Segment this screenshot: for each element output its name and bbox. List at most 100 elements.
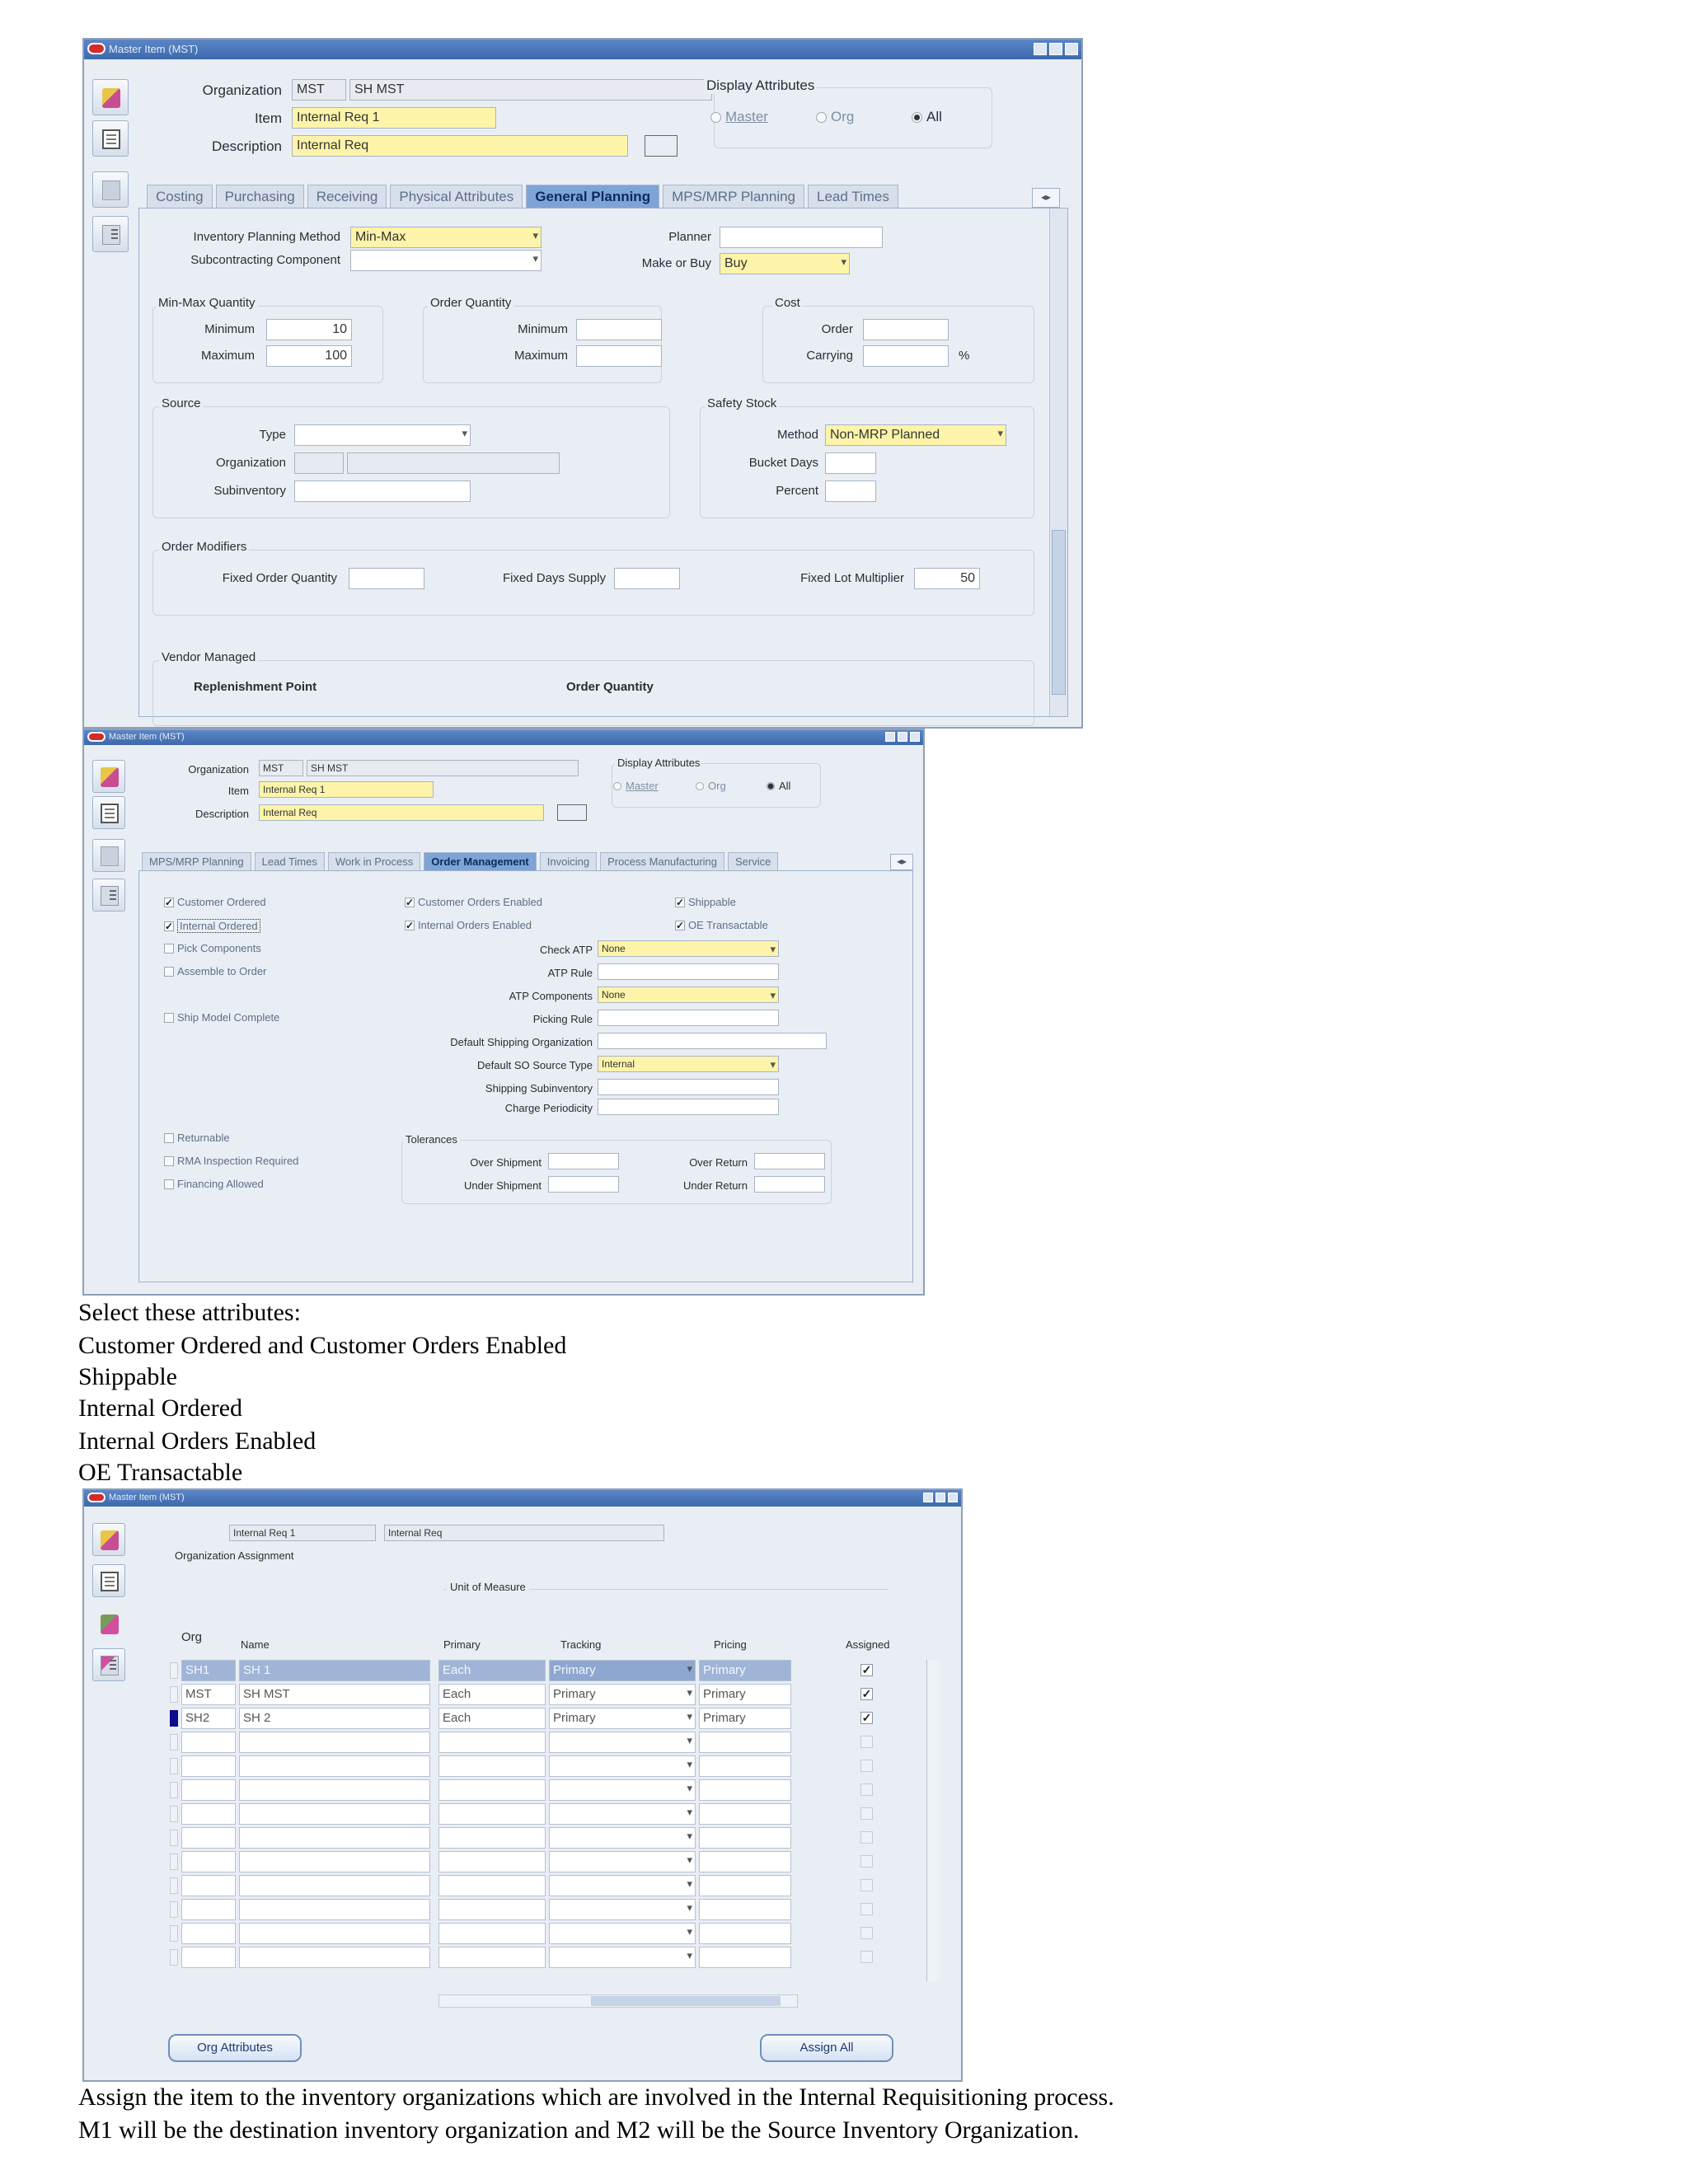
tab-service[interactable]: Service [728,852,779,870]
fixed-order-quantity-field[interactable] [349,568,424,589]
assigned-checkbox-icon[interactable] [860,1760,873,1772]
name-cell[interactable]: SH 2 [239,1708,430,1729]
org-cell[interactable] [181,1923,236,1944]
table-row[interactable] [170,1899,923,1922]
table-row[interactable] [170,1732,923,1755]
maximize-button[interactable] [1049,43,1062,55]
name-cell[interactable] [239,1755,430,1777]
pick-components-checkbox[interactable]: Pick Components [164,942,261,954]
name-cell[interactable] [239,1779,430,1801]
row-selector[interactable] [170,1686,178,1703]
orderqty-maximum-field[interactable] [576,345,662,367]
pricing-uom-cell[interactable] [699,1732,791,1753]
row-selector[interactable] [170,1901,178,1918]
primary-uom-cell[interactable]: Each [438,1708,546,1729]
primary-uom-cell[interactable] [438,1755,546,1777]
pricing-uom-cell[interactable] [699,1947,791,1968]
under-shipment-field[interactable] [548,1176,619,1193]
assigned-checkbox-icon[interactable] [860,1831,873,1844]
source-organization-code-field[interactable] [294,452,344,474]
pricing-uom-cell[interactable] [699,1755,791,1777]
row-selector[interactable] [170,1949,178,1966]
document-icon[interactable] [92,120,129,157]
internal-orders-enabled-checkbox[interactable]: ✓ Internal Orders Enabled [405,919,532,931]
close-button[interactable] [1065,43,1078,55]
folder-icon[interactable] [92,760,125,793]
under-return-field[interactable] [754,1176,825,1193]
attachments-icon[interactable] [92,171,129,208]
tab-navigation-button[interactable]: ◂▸ [890,854,913,870]
make-or-buy-select[interactable]: Buy [720,253,850,274]
cost-carrying-field[interactable] [863,345,949,367]
name-cell[interactable] [239,1947,430,1968]
tracking-uom-cell[interactable] [549,1899,696,1920]
description-field[interactable]: Internal Req [259,804,544,821]
assigned-checkbox-checked-icon[interactable]: ✓ [860,1688,873,1700]
primary-uom-cell[interactable] [438,1779,546,1801]
primary-uom-cell[interactable] [438,1899,546,1920]
pricing-uom-cell[interactable]: Primary [699,1684,791,1705]
orderqty-minimum-field[interactable] [576,319,662,340]
pricing-uom-cell[interactable] [699,1923,791,1944]
description-field[interactable]: Internal Req [292,135,628,157]
horizontal-scrollbar-thumb[interactable] [591,1996,781,2006]
radio-master[interactable]: Master [710,109,768,125]
pricing-uom-cell[interactable] [699,1875,791,1896]
row-selector[interactable] [170,1806,178,1822]
fixed-days-supply-field[interactable] [614,568,680,589]
primary-uom-cell[interactable] [438,1923,546,1944]
default-shipping-organization-field[interactable] [598,1033,827,1049]
minimize-button[interactable] [885,732,895,742]
grid-horizontal-scrollbar[interactable] [438,1994,798,2008]
charge-periodicity-field[interactable] [598,1099,779,1115]
table-row[interactable] [170,1947,923,1970]
table-row[interactable]: MSTSH MSTEachPrimaryPrimary✓ [170,1684,923,1707]
row-selector[interactable] [170,1877,178,1894]
tab-mps-mrp-planning[interactable]: MPS/MRP Planning [663,185,804,208]
org-cell[interactable] [181,1899,236,1920]
row-selector[interactable] [170,1854,178,1870]
assign-all-button[interactable]: Assign All [760,2034,893,2062]
assemble-to-order-checkbox[interactable]: Assemble to Order [164,965,266,977]
org-cell[interactable]: MST [181,1684,236,1705]
shippable-checkbox[interactable]: ✓ Shippable [675,896,736,908]
name-cell[interactable] [239,1875,430,1896]
table-row[interactable] [170,1827,923,1850]
default-so-source-type-select[interactable]: Internal [598,1056,779,1072]
source-type-select[interactable] [294,424,471,446]
assigned-checkbox-icon[interactable] [860,1903,873,1915]
oe-transactable-checkbox[interactable]: ✓ OE Transactable [675,919,768,931]
table-row[interactable] [170,1923,923,1946]
radio-org[interactable]: Org [816,109,854,125]
pricing-uom-cell[interactable] [699,1779,791,1801]
primary-uom-cell[interactable]: Each [438,1660,546,1681]
row-selector[interactable] [170,1734,178,1750]
attachments-icon[interactable] [92,839,125,872]
name-cell[interactable]: SH 1 [239,1660,430,1681]
name-cell[interactable]: SH MST [239,1684,430,1705]
vertical-scrollbar[interactable] [1049,209,1067,716]
organization-name-field[interactable]: SH MST [307,760,579,776]
assigned-checkbox-checked-icon[interactable]: ✓ [860,1664,873,1676]
table-row[interactable] [170,1755,923,1779]
row-selector[interactable] [170,1830,178,1846]
table-row[interactable] [170,1851,923,1874]
description-flex-field[interactable] [557,804,587,821]
window-titlebar[interactable]: Master Item (MST) [84,730,923,745]
org-cell[interactable] [181,1779,236,1801]
minimize-button[interactable] [923,1493,933,1502]
grid-vertical-scrollbar[interactable] [926,1660,940,1981]
primary-uom-cell[interactable] [438,1851,546,1872]
tree-icon[interactable] [92,1648,125,1681]
close-button[interactable] [910,732,920,742]
check-atp-select[interactable]: None [598,940,779,957]
tracking-uom-cell[interactable] [549,1923,696,1944]
radio-all[interactable]: All [767,780,790,792]
tracking-uom-cell[interactable] [549,1947,696,1968]
window-titlebar[interactable]: Master Item (MST) [84,1490,961,1507]
radio-org[interactable]: Org [696,780,726,792]
tracking-uom-cell[interactable] [549,1875,696,1896]
org-attributes-button[interactable]: Org Attributes [168,2034,302,2062]
internal-ordered-checkbox[interactable]: ✓ Internal Ordered [164,919,260,933]
org-cell[interactable] [181,1732,236,1753]
